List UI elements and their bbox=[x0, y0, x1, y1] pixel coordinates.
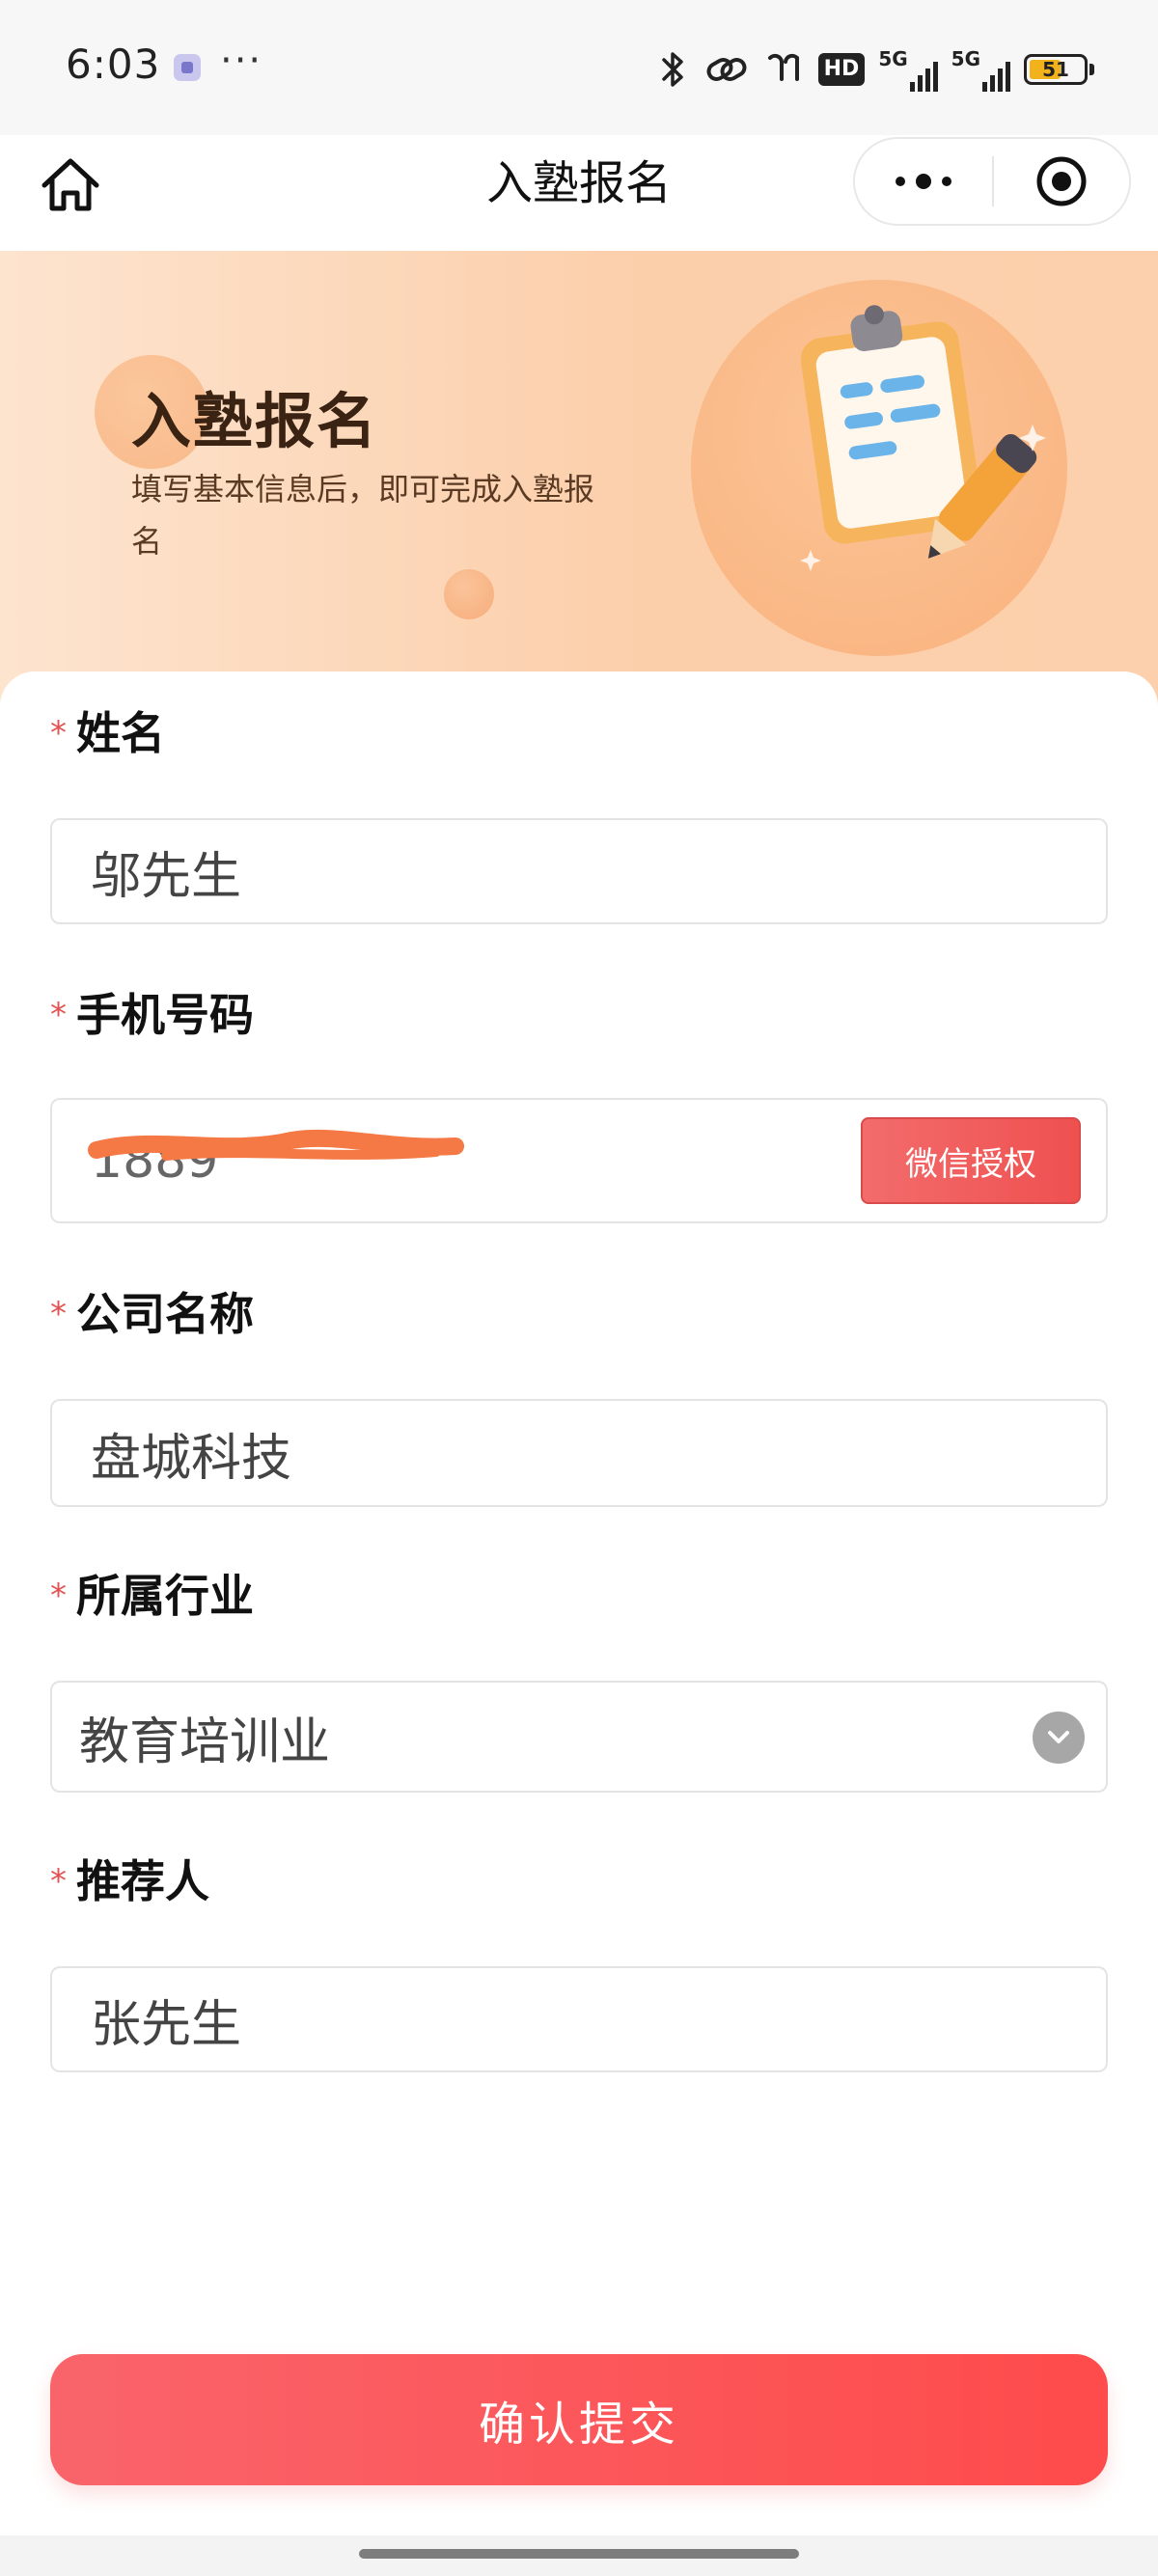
hero-banner: 入塾报名 填写基本信息后，即可完成入塾报名 bbox=[0, 251, 1158, 704]
submit-button[interactable]: 确认提交 bbox=[50, 2354, 1108, 2485]
mini-program-capsule bbox=[853, 137, 1131, 226]
status-bar: 6:03 ··· HD 5G 5G 51 bbox=[0, 0, 1158, 135]
hero-subtitle: 填写基本信息后，即可完成入塾报名 bbox=[131, 471, 595, 560]
referrer-input-value: 张先生 bbox=[91, 1995, 242, 2054]
field-label-text: 手机号码 bbox=[76, 989, 254, 1041]
required-mark: * bbox=[50, 1861, 67, 1901]
more-dots-icon bbox=[896, 174, 951, 189]
more-button[interactable] bbox=[855, 139, 992, 224]
signal-icon: 5G bbox=[951, 47, 1010, 92]
field-label-text: 所属行业 bbox=[76, 1570, 254, 1622]
clipboard-pencil-icon bbox=[800, 305, 1046, 571]
field-label-referrer: * 推荐人 bbox=[50, 1850, 209, 1916]
status-icons: HD 5G 5G 51 bbox=[656, 42, 1094, 96]
battery-icon: 51 bbox=[1024, 54, 1088, 85]
name-input[interactable]: 邬先生 bbox=[50, 818, 1108, 924]
battery-level: 51 bbox=[1042, 58, 1069, 81]
field-label-text: 公司名称 bbox=[76, 1288, 254, 1340]
company-input[interactable]: 盘城科技 bbox=[50, 1399, 1108, 1507]
hd-icon: HD bbox=[817, 53, 866, 86]
wechat-auth-button[interactable]: 微信授权 bbox=[861, 1117, 1081, 1204]
app-notification-icon bbox=[174, 54, 201, 81]
link-icon bbox=[706, 58, 747, 81]
earbuds-icon bbox=[767, 53, 799, 81]
field-label-industry: * 所属行业 bbox=[50, 1565, 254, 1631]
redaction-scribble bbox=[88, 1129, 464, 1161]
field-label-text: 姓名 bbox=[76, 707, 165, 759]
network-type-label: 5G bbox=[951, 47, 980, 70]
industry-select-value: 教育培训业 bbox=[79, 1713, 331, 1771]
hero-title: 入塾报名 bbox=[131, 386, 379, 456]
field-label-phone: * 手机号码 bbox=[50, 984, 254, 1050]
decor-circle bbox=[444, 569, 494, 619]
name-input-value: 邬先生 bbox=[91, 847, 242, 906]
required-mark: * bbox=[50, 995, 67, 1034]
required-mark: * bbox=[50, 1294, 67, 1333]
required-mark: * bbox=[50, 713, 67, 753]
company-input-value: 盘城科技 bbox=[91, 1429, 292, 1488]
referrer-input[interactable]: 张先生 bbox=[50, 1966, 1108, 2072]
chevron-down-icon[interactable] bbox=[1033, 1712, 1085, 1764]
field-label-text: 推荐人 bbox=[76, 1855, 209, 1907]
industry-select[interactable]: 教育培训业 bbox=[50, 1681, 1108, 1793]
target-circle-icon bbox=[1036, 156, 1087, 206]
bluetooth-icon bbox=[661, 52, 683, 87]
status-more-dots: ··· bbox=[220, 39, 263, 83]
home-indicator[interactable] bbox=[359, 2549, 799, 2559]
signal-icon: 5G bbox=[878, 47, 938, 92]
close-button[interactable] bbox=[994, 139, 1129, 224]
network-type-label: 5G bbox=[878, 47, 908, 70]
field-label-company: * 公司名称 bbox=[50, 1283, 254, 1349]
required-mark: * bbox=[50, 1576, 67, 1615]
field-label-name: * 姓名 bbox=[50, 702, 165, 768]
status-time: 6:03 bbox=[66, 41, 161, 88]
